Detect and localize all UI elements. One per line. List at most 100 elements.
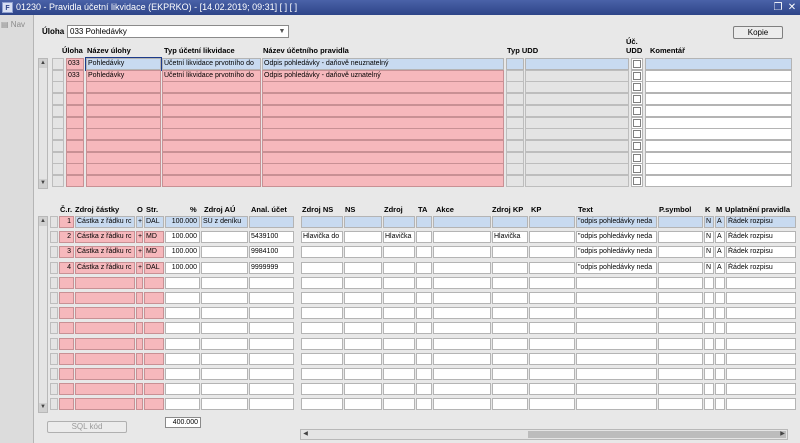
cell-kp[interactable]	[529, 383, 575, 396]
cell-pct[interactable]	[165, 276, 200, 289]
cell-typ[interactable]	[162, 128, 261, 141]
cell-zdroj_au[interactable]	[201, 383, 248, 396]
cell-zdroj_ns[interactable]	[301, 292, 343, 304]
cell-ucudd[interactable]	[631, 128, 643, 141]
cell-zdroj_au[interactable]: SÚ z deníku	[201, 216, 248, 228]
cell-akce[interactable]	[433, 383, 491, 396]
cell-zdroj_au[interactable]	[201, 292, 248, 304]
table-row[interactable]: 4 Částka z řádku rc + DAL 100.000 9999999 "odp…	[50, 261, 798, 275]
cell-o[interactable]: +	[136, 231, 143, 244]
cell-text[interactable]	[576, 352, 657, 365]
cell-anal[interactable]: 5439100	[249, 231, 294, 244]
cell-cr[interactable]	[59, 383, 74, 396]
cell-zdroj[interactable]	[383, 322, 415, 335]
cell-anal[interactable]	[249, 216, 294, 228]
table-row[interactable]	[50, 292, 798, 305]
cell-zdroj_castky[interactable]	[75, 292, 135, 304]
cell-k[interactable]	[704, 276, 714, 289]
cell-o[interactable]	[136, 337, 143, 350]
cell-zdroj_kp[interactable]	[492, 337, 528, 350]
cell-ns[interactable]	[344, 398, 382, 411]
cell-zdroj_au[interactable]	[201, 322, 248, 335]
cell-udd[interactable]	[525, 139, 629, 152]
cell-text[interactable]	[576, 398, 657, 411]
cell-zdroj_kp[interactable]: Hlavička	[492, 231, 528, 244]
cell-pravidlo[interactable]	[262, 128, 504, 141]
cell-komentar[interactable]	[645, 58, 792, 70]
cell-pct[interactable]	[165, 337, 200, 350]
cell-udd[interactable]	[525, 81, 629, 94]
cell-typudd[interactable]	[506, 81, 524, 94]
cell-o[interactable]: +	[136, 246, 143, 259]
cell-zdroj_castky[interactable]	[75, 352, 135, 365]
cell-text[interactable]	[576, 368, 657, 380]
cell-zdroj_kp[interactable]	[492, 383, 528, 396]
cell-k[interactable]	[704, 383, 714, 396]
cell-pct[interactable]: 100.000	[165, 246, 200, 259]
cell-typ[interactable]	[162, 151, 261, 164]
cell-zdroj_castky[interactable]	[75, 307, 135, 320]
cell-typ[interactable]: Účetní likvidace prvotního do	[162, 69, 261, 82]
scroll-down-icon[interactable]: ▼	[39, 403, 47, 412]
cell-zdroj[interactable]	[383, 216, 415, 228]
cell-komentar[interactable]	[645, 139, 792, 152]
cell-k[interactable]	[704, 322, 714, 335]
cell-psymbol[interactable]	[658, 398, 703, 411]
cell-nazev[interactable]	[86, 93, 161, 106]
scroll-right-icon[interactable]: ▶	[778, 430, 787, 439]
cell-typudd[interactable]	[506, 163, 524, 176]
cell-kp[interactable]	[529, 307, 575, 320]
cell-nazev[interactable]: Pohledávky	[85, 57, 162, 71]
cell-psymbol[interactable]	[658, 246, 703, 259]
cell-psymbol[interactable]	[658, 231, 703, 244]
cell-typudd[interactable]	[506, 116, 524, 129]
cell-nazev[interactable]: Pohledávky	[86, 69, 161, 82]
cell-kp[interactable]	[529, 231, 575, 244]
cell-zdroj_au[interactable]	[201, 231, 248, 244]
cell-typ[interactable]	[162, 93, 261, 106]
cell-str[interactable]	[144, 322, 164, 335]
cell-typ[interactable]	[162, 175, 261, 187]
cell-uloha[interactable]	[66, 175, 84, 187]
cell-akce[interactable]	[433, 292, 491, 304]
cell-ns[interactable]	[344, 337, 382, 350]
cell-o[interactable]	[136, 276, 143, 289]
cell-ta[interactable]	[416, 231, 432, 244]
cell-ucudd[interactable]	[631, 163, 643, 176]
cell-udd[interactable]	[525, 163, 629, 176]
cell-cr[interactable]	[59, 398, 74, 411]
cell-nazev[interactable]	[86, 116, 161, 129]
cell-cr[interactable]: 1	[59, 216, 74, 228]
cell-ns[interactable]	[344, 276, 382, 289]
cell-uplatneni[interactable]	[726, 352, 796, 365]
cell-cr[interactable]	[59, 337, 74, 350]
cell-zdroj_castky[interactable]	[75, 322, 135, 335]
cell-typudd[interactable]	[506, 69, 524, 82]
cell-text[interactable]: "odpis pohledávky neda	[576, 216, 657, 228]
cell-cr[interactable]	[59, 368, 74, 380]
table-row[interactable]	[50, 337, 798, 351]
cell-pravidlo[interactable]: Odpis pohledávky - daňově uznatelný	[262, 69, 504, 82]
cell-nazev[interactable]	[86, 175, 161, 187]
cell-uplatneni[interactable]	[726, 368, 796, 380]
cell-pravidlo[interactable]: Odpis pohledávky - daňově neuznatelný	[262, 58, 504, 70]
cell-ucudd[interactable]	[631, 69, 643, 82]
cell-zdroj_au[interactable]	[201, 261, 248, 274]
cell-zdroj_ns[interactable]	[301, 368, 343, 380]
cell-typudd[interactable]	[506, 128, 524, 141]
cell-zdroj_au[interactable]	[201, 337, 248, 350]
cell-ucudd[interactable]	[631, 93, 643, 106]
cell-m[interactable]	[715, 368, 725, 380]
cell-o[interactable]: +	[136, 261, 143, 274]
cell-pct[interactable]	[165, 368, 200, 380]
cell-pravidlo[interactable]	[262, 104, 504, 117]
cell-m[interactable]	[715, 292, 725, 304]
cell-zdroj_kp[interactable]	[492, 322, 528, 335]
cell-zdroj[interactable]	[383, 246, 415, 259]
cell-ns[interactable]	[344, 292, 382, 304]
cell-zdroj_au[interactable]	[201, 246, 248, 259]
cell-zdroj_kp[interactable]	[492, 216, 528, 228]
cell-ucudd[interactable]	[631, 175, 643, 187]
cell-pravidlo[interactable]	[262, 93, 504, 106]
cell-o[interactable]	[136, 368, 143, 380]
